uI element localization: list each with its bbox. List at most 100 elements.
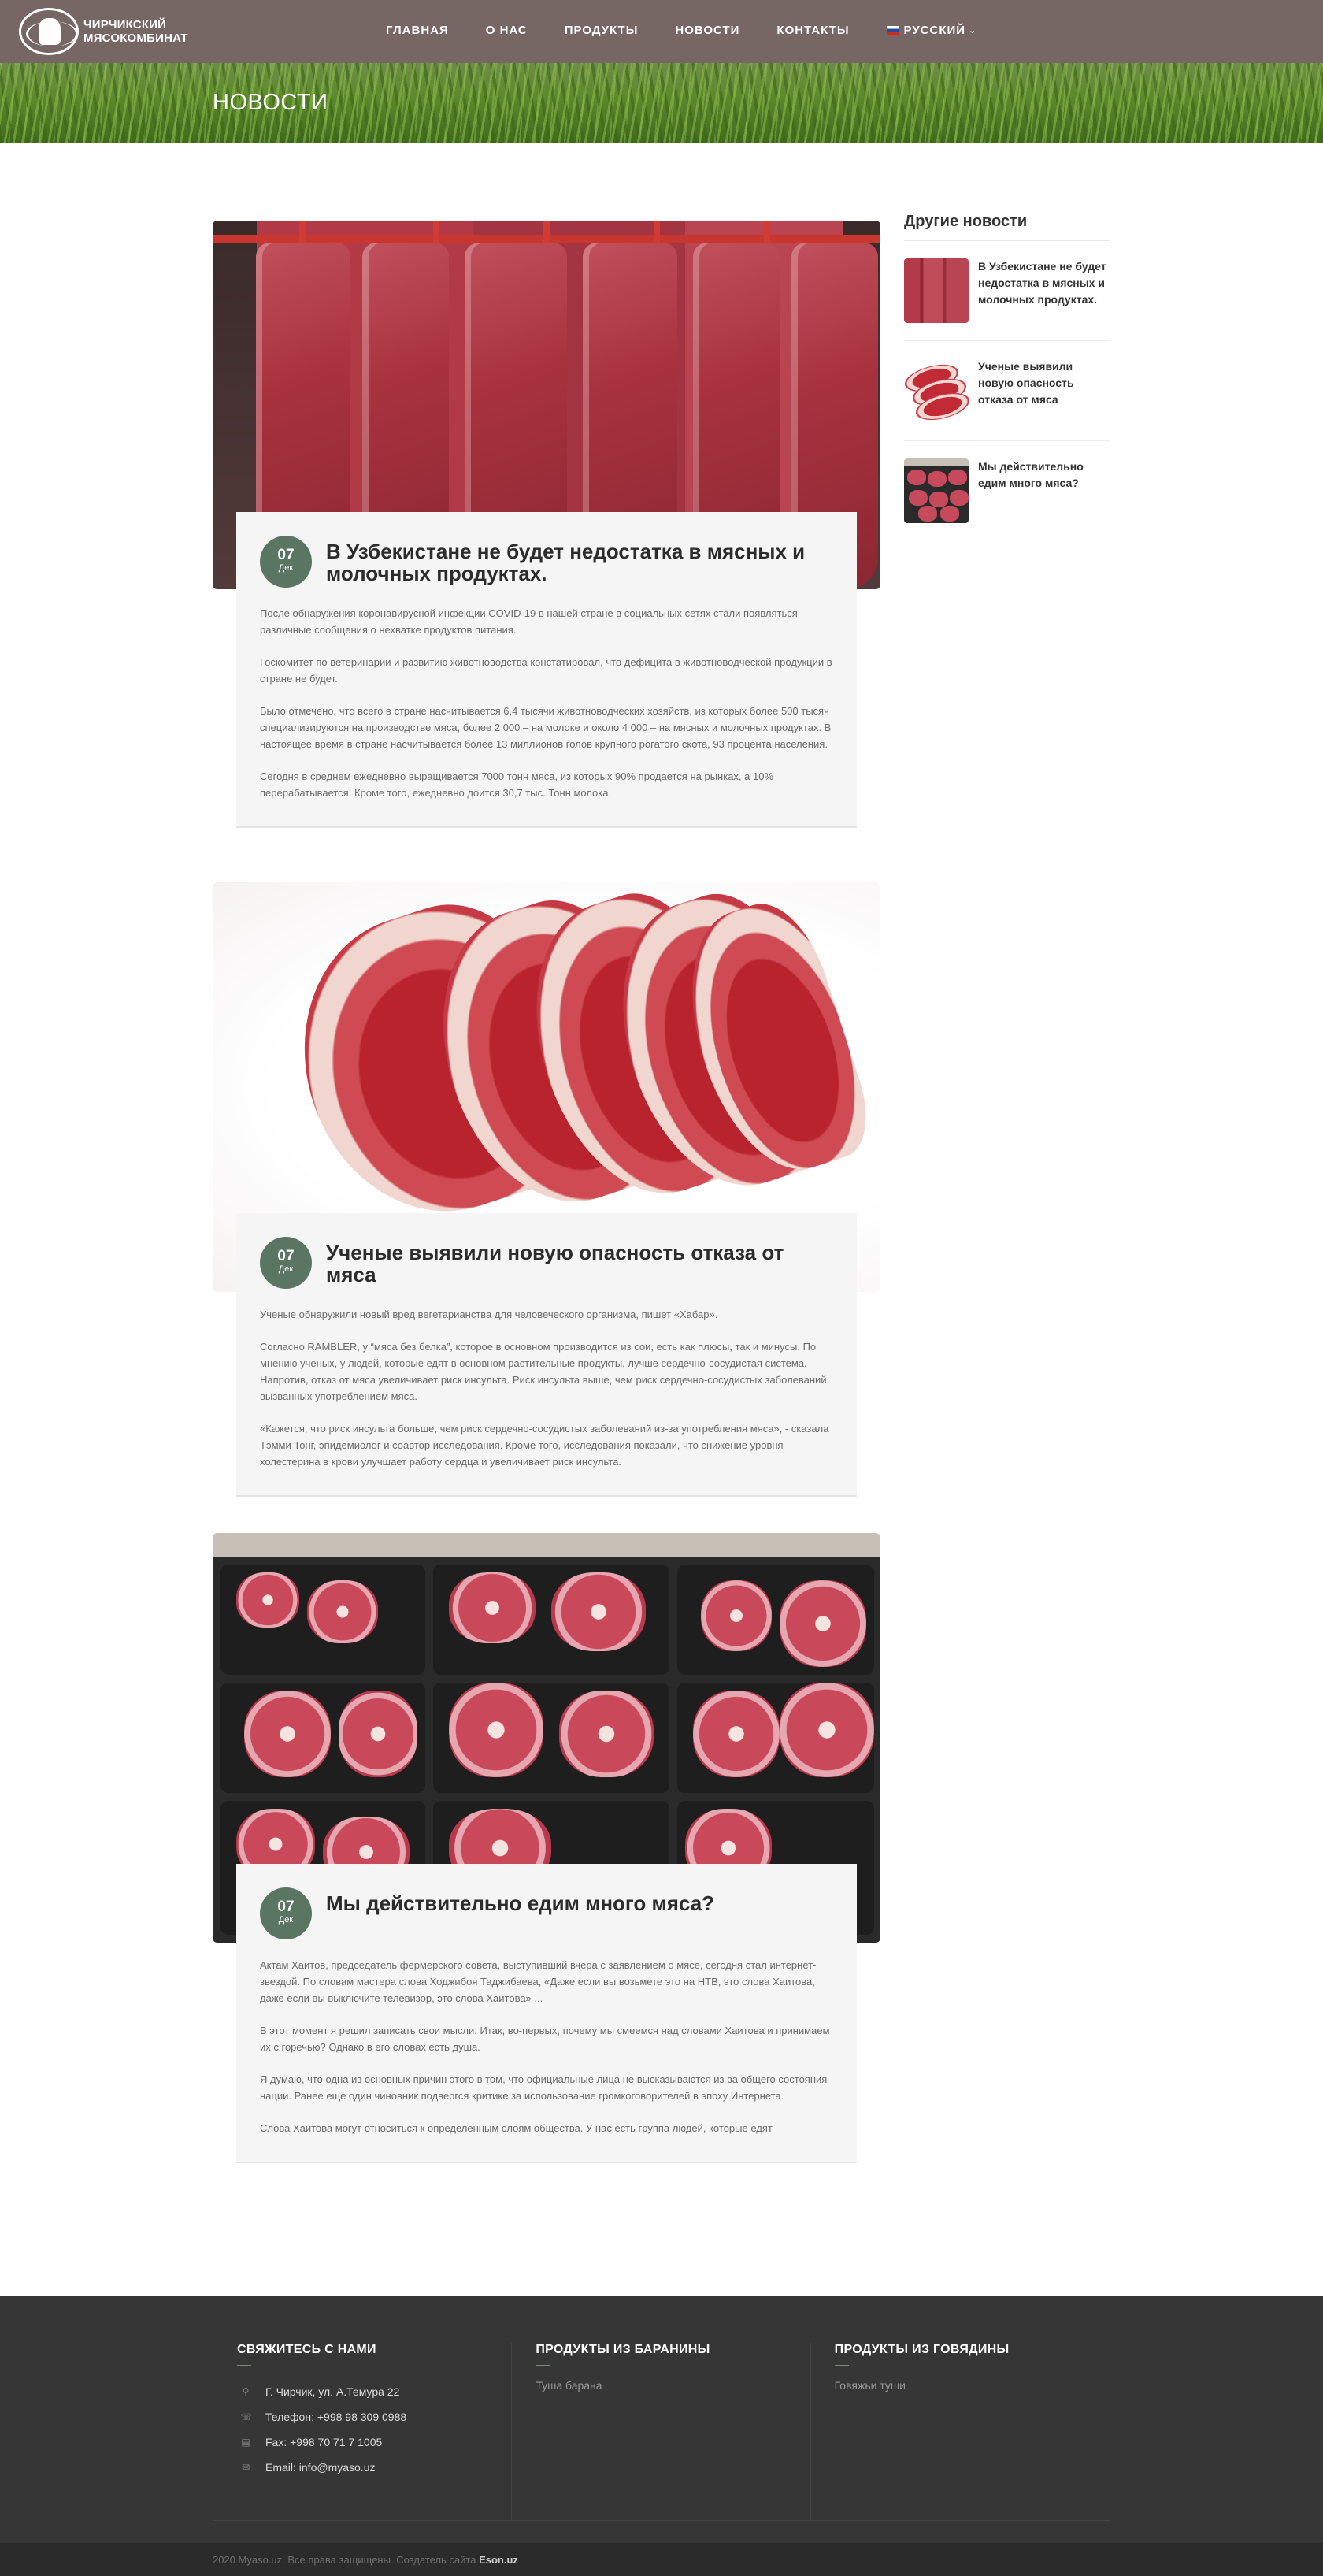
meat-chunk: [307, 1580, 378, 1643]
paragraph: Я думаю, что одна из основных причин это…: [260, 2073, 828, 2102]
date-day: 07: [277, 1899, 295, 1915]
footer-divider: [237, 2365, 251, 2366]
paragraph: Госкомитет по ветеринарии и развитию жив…: [260, 656, 832, 685]
sidebar-news-title[interactable]: Ученые выявили новую опасность отказа от…: [978, 358, 1110, 423]
post-title[interactable]: Мы действительно едим много мяса?: [326, 1892, 714, 1914]
footer-email[interactable]: ✉ Email: info@myaso.uz: [237, 2455, 487, 2480]
meat-chunk: [449, 1572, 536, 1643]
meat-chunk: [339, 1691, 417, 1777]
meat-chunk: [909, 490, 928, 506]
page-title: Новости: [213, 90, 328, 115]
sidebar-news-title[interactable]: В Узбекистане не будет недостатка в мясн…: [978, 258, 1110, 323]
sidebar-news-item[interactable]: Мы действительно едим много мяса?: [904, 441, 1110, 540]
nav-products[interactable]: Продукты: [565, 24, 639, 37]
post-card: 07 Дек Мы действительно едим много мяса?…: [236, 1864, 857, 2163]
beef-carcass-link[interactable]: Говяжьи туши: [835, 2379, 1086, 2392]
footer-contacts: Свяжитесь с нами ⚲ Г. Чирчик, ул. А.Тему…: [213, 2343, 513, 2520]
post-card: 07 Дек Ученые выявили новую опасность от…: [236, 1213, 857, 1497]
chevron-down-icon: ⌄: [969, 26, 977, 35]
main-nav: Главная О нас Продукты Новости Контакты …: [386, 24, 1014, 37]
paragraph: Актам Хаитов, председатель фермерского с…: [260, 1959, 817, 2004]
date-badge: 07 Дек: [260, 1237, 312, 1289]
post-title[interactable]: Ученые выявили новую опасность отказа от…: [326, 1242, 833, 1286]
meat-chunk: [559, 1691, 654, 1777]
news-thumbnail[interactable]: [904, 458, 969, 523]
russian-flag-icon: [886, 26, 899, 35]
logo-text: Чирчикский мясокомбинат: [83, 18, 188, 45]
meat-chunk: [950, 490, 969, 506]
paragraph: Слова Хаитова могут относиться к определ…: [260, 2122, 773, 2134]
page-header: Чирчикский мясокомбинат Главная О нас Пр…: [0, 0, 1323, 143]
meat-chunk: [236, 1572, 299, 1628]
paragraph: Сегодня в среднем ежедневно выращивается…: [260, 770, 774, 799]
footer-title: Свяжитесь с нами: [237, 2343, 376, 2356]
address-text: Г. Чирчик, ул. А.Темура 22: [265, 2385, 400, 2398]
news-thumbnail[interactable]: [904, 358, 969, 423]
developer-link[interactable]: Eson.uz: [479, 2554, 518, 2566]
sidebar-title: Другие новости: [904, 213, 1110, 241]
post-card: 07 Дек В Узбекистане не будет недостатка…: [236, 512, 857, 828]
language-switcher[interactable]: Русский ⌄: [886, 24, 977, 37]
footer-fax: ▤ Fax: +998 70 71 7 1005: [237, 2429, 487, 2455]
footer-divider: [536, 2365, 550, 2366]
site-logo[interactable]: Чирчикский мясокомбинат: [19, 8, 188, 55]
meat-chunk: [244, 1691, 331, 1777]
sidebar-news-title[interactable]: Мы действительно едим много мяса?: [978, 458, 1110, 523]
date-badge: 07 Дек: [260, 536, 312, 588]
sidebar-news-item[interactable]: В Узбекистане не будет недостатка в мясн…: [904, 241, 1110, 341]
paragraph: В этот момент я решил записать свои мысл…: [260, 2025, 830, 2053]
paragraph: «Кажется, что риск инсульта больше, чем …: [260, 1423, 829, 1468]
nav-about[interactable]: О нас: [486, 24, 528, 37]
meat-chunk: [551, 1572, 646, 1651]
footer-columns: Свяжитесь с нами ⚲ Г. Чирчик, ул. А.Тему…: [213, 2343, 1110, 2521]
email-text[interactable]: Email: info@myaso.uz: [265, 2461, 375, 2474]
footer-title: Продукты из говядины: [834, 2343, 1010, 2356]
meat-chunk: [929, 492, 948, 507]
date-day: 07: [277, 1248, 295, 1264]
site-footer: Свяжитесь с нами ⚲ Г. Чирчик, ул. А.Тему…: [0, 2296, 1323, 2543]
news-thumbnail[interactable]: [904, 258, 969, 323]
sidebar-news-item[interactable]: Ученые выявили новую опасность отказа от…: [904, 341, 1110, 441]
post-excerpt: Ученые обнаружили новый вред вегетарианс…: [260, 1306, 833, 1470]
meat-chunk: [780, 1580, 866, 1667]
sidebar-other-news: Другие новости В Узбекистане не будет не…: [904, 213, 1110, 540]
footer-phone[interactable]: ☏ Телефон: +998 98 309 0988: [237, 2404, 487, 2429]
nav-news[interactable]: Новости: [675, 24, 739, 37]
bull-logo-icon: [19, 8, 79, 55]
paragraph: Было отмечено, что всего в стране насчит…: [260, 705, 832, 750]
copyright-bar: 2020 Myaso.uz. Все права защищены. Созда…: [0, 2543, 1323, 2576]
copyright-text: 2020 Myaso.uz. Все права защищены. Созда…: [213, 2554, 476, 2566]
grass-banner: [0, 63, 1323, 143]
fax-text: Fax: +998 70 71 7 1005: [265, 2436, 383, 2448]
meat-chunk: [948, 470, 967, 485]
phone-text[interactable]: Телефон: +998 98 309 0988: [265, 2411, 406, 2423]
navbar: Чирчикский мясокомбинат Главная О нас Пр…: [0, 0, 1323, 63]
meat-chunk: [780, 1683, 874, 1777]
footer-beef-products: Продукты из говядины Говяжьи туши: [811, 2343, 1110, 2520]
paragraph: Согласно RAMBLER, у “мяса без белка”, ко…: [260, 1341, 830, 1402]
footer-lamb-products: Продукты из баранины Туша барана: [512, 2343, 811, 2520]
meat-chunk: [907, 470, 926, 485]
post-excerpt: Актам Хаитов, председатель фермерского с…: [260, 1957, 833, 2136]
meat-chunk: [701, 1580, 772, 1651]
meat-chunk: [918, 506, 937, 522]
date-day: 07: [277, 547, 295, 563]
logo-line-1: Чирчикский: [83, 18, 167, 32]
meat-chunk: [928, 471, 947, 487]
date-badge: 07 Дек: [260, 1887, 312, 1939]
footer-title: Продукты из баранины: [536, 2343, 710, 2356]
logo-line-2: мясокомбинат: [83, 32, 188, 45]
post-title[interactable]: В Узбекистане не будет недостатка в мясн…: [326, 540, 833, 585]
footer-address: ⚲ Г. Чирчик, ул. А.Темура 22: [237, 2379, 487, 2404]
nav-home[interactable]: Главная: [386, 24, 449, 37]
lamb-carcass-link[interactable]: Туша барана: [536, 2379, 786, 2392]
date-month: Дек: [278, 1264, 294, 1274]
meat-chunk: [693, 1691, 780, 1777]
meat-chunk: [449, 1683, 543, 1777]
nav-contacts[interactable]: Контакты: [776, 24, 849, 37]
fax-icon: ▤: [241, 2437, 250, 2448]
paragraph: После обнаружения коронавирусной инфекци…: [260, 607, 798, 636]
paragraph: Ученые обнаружили новый вред вегетарианс…: [260, 1308, 718, 1320]
envelope-icon: ✉: [241, 2462, 250, 2473]
meat-chunk: [940, 506, 959, 522]
